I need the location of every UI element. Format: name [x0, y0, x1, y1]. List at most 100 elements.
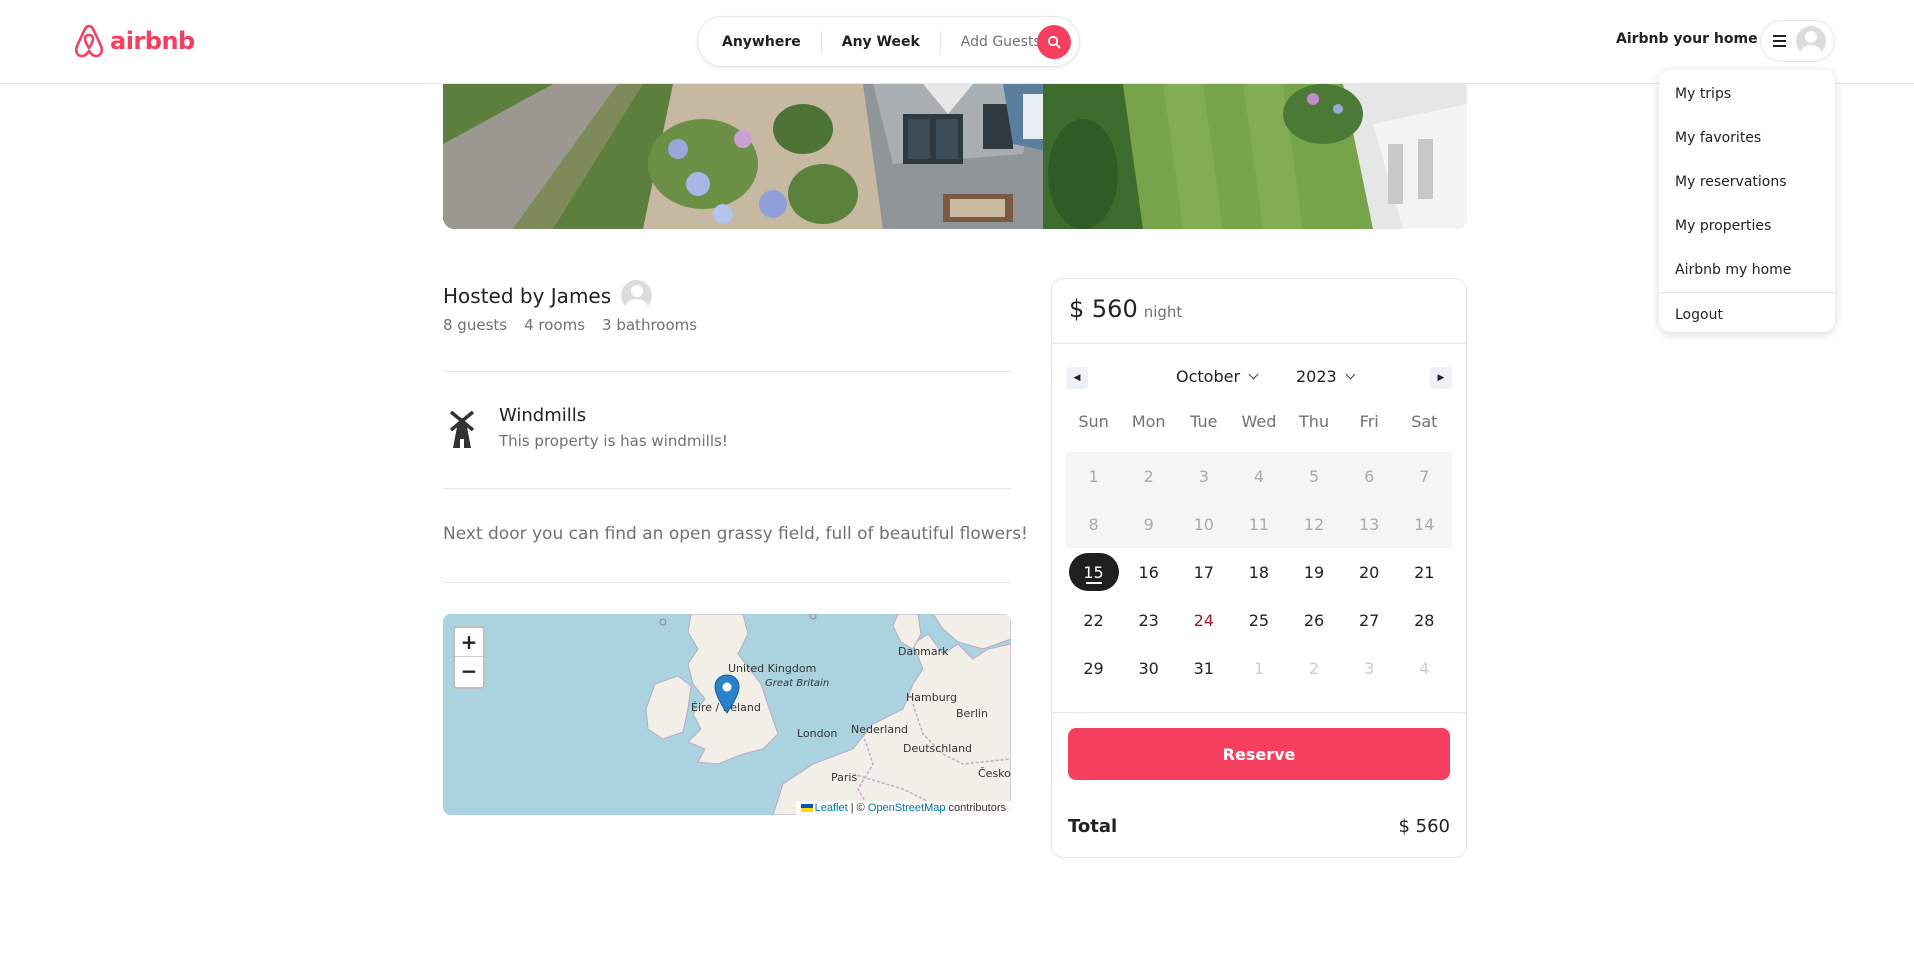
price-unit: night: [1143, 303, 1183, 321]
calendar-day[interactable]: 21: [1397, 548, 1452, 596]
weekday-label: Wed: [1241, 412, 1277, 431]
map-label-paris: Paris: [831, 771, 858, 784]
calendar-weekdays: Sun Mon Tue Wed Thu Fri Sat: [1066, 412, 1452, 442]
calendar-day[interactable]: 17: [1176, 548, 1231, 596]
map-marker-icon[interactable]: [714, 674, 740, 714]
calendar-week: 22 23 24 25 26 27 28: [1066, 596, 1452, 644]
menu-item-airbnb-my-home[interactable]: Airbnb my home: [1659, 248, 1835, 292]
booking-card: $ 560 night ◀ October 2023 ▶ Sun Mon Tue…: [1051, 278, 1467, 858]
weekday-label: Tue: [1190, 412, 1218, 431]
calendar-day-disabled: 11: [1231, 500, 1287, 548]
calendar-week: 15 16 17 18 19 20 21: [1066, 548, 1452, 596]
calendar-day-disabled: 5: [1286, 452, 1342, 500]
total-label: Total: [1068, 816, 1118, 837]
user-menu-button[interactable]: [1760, 20, 1835, 62]
top-navbar: airbnb Anywhere Any Week Add Guests Airb…: [0, 0, 1914, 84]
search-icon: [1047, 35, 1061, 49]
calendar-day-disabled: 12: [1286, 500, 1342, 548]
calendar-day[interactable]: 19: [1287, 548, 1342, 596]
calendar-grid: Sun Mon Tue Wed Thu Fri Sat 1 2 3 4 5 6 …: [1066, 412, 1452, 692]
calendar-day-disabled: 8: [1066, 500, 1122, 548]
calendar-day-other-month: 4: [1419, 658, 1430, 678]
total-row: Total $ 560: [1068, 816, 1450, 837]
ukraine-flag-icon: [800, 804, 813, 813]
calendar-day-disabled: 6: [1341, 452, 1397, 500]
calendar-day[interactable]: 29: [1066, 644, 1121, 692]
feature-description: This property is has windmills!: [499, 432, 728, 450]
calendar-day[interactable]: 25: [1231, 596, 1286, 644]
search-divider: [820, 30, 822, 53]
calendar-day[interactable]: 18: [1231, 548, 1286, 596]
menu-item-my-reservations[interactable]: My reservations: [1659, 160, 1835, 204]
feature-title: Windmills: [499, 405, 587, 426]
calendar-day[interactable]: 23: [1121, 596, 1176, 644]
calendar-day[interactable]: 20: [1342, 548, 1397, 596]
calendar-year-select[interactable]: 2023: [1296, 367, 1356, 386]
caret-left-icon: ◀: [1073, 373, 1081, 383]
host-title: Hosted by James: [443, 280, 653, 311]
map-label-gb: Great Britain: [765, 678, 830, 689]
calendar-day[interactable]: 28: [1397, 596, 1452, 644]
calendar-day[interactable]: 31: [1176, 644, 1231, 692]
calendar-day-other-month: 1: [1253, 658, 1265, 678]
weekday-label: Mon: [1131, 412, 1166, 431]
calendar-next-button[interactable]: ▶: [1430, 367, 1452, 389]
calendar-day-disabled: 14: [1396, 500, 1452, 548]
search-bar[interactable]: Anywhere Any Week Add Guests: [697, 16, 1080, 67]
weekday-label: Fri: [1359, 412, 1379, 431]
search-week[interactable]: Any Week: [842, 34, 920, 50]
reserve-button[interactable]: Reserve: [1068, 728, 1450, 780]
chevron-down-icon: [1345, 369, 1356, 380]
map-label-uk: United Kingdom: [728, 662, 817, 675]
windmill-icon: [443, 405, 481, 451]
weekday-label: Sat: [1411, 412, 1438, 431]
search-location[interactable]: Anywhere: [722, 34, 801, 50]
calendar-day-disabled: 9: [1121, 500, 1177, 548]
location-map[interactable]: + − United Kingdom Great Britain Éire / …: [443, 614, 1011, 815]
calendar-day-selected[interactable]: 15: [1066, 548, 1121, 596]
stat-rooms: 4 rooms: [524, 316, 586, 334]
card-divider: [1052, 343, 1466, 344]
map-label-hamburg: Hamburg: [906, 691, 957, 704]
price-per-night: $ 560 night: [1069, 295, 1182, 323]
calendar-day[interactable]: 16: [1121, 548, 1176, 596]
host-name: Hosted by James: [443, 283, 612, 308]
menu-item-logout[interactable]: Logout: [1659, 293, 1835, 337]
airbnb-logo[interactable]: airbnb: [74, 24, 195, 58]
card-divider: [1052, 712, 1466, 713]
calendar-day[interactable]: 22: [1066, 596, 1121, 644]
openstreetmap-link[interactable]: OpenStreetMap: [868, 802, 946, 814]
zoom-in-button[interactable]: +: [455, 628, 483, 657]
host-avatar: [621, 280, 653, 311]
map-label-berlin: Berlin: [956, 707, 988, 720]
total-value: $ 560: [1398, 816, 1450, 837]
calendar-prev-button[interactable]: ◀: [1066, 367, 1088, 389]
calendar-day[interactable]: 27: [1342, 596, 1397, 644]
search-guests[interactable]: Add Guests: [961, 34, 1041, 50]
calendar-day-disabled: 1: [1066, 452, 1122, 500]
calendar-day[interactable]: 26: [1287, 596, 1342, 644]
stat-bathrooms: 3 bathrooms: [602, 316, 698, 334]
calendar-day-disabled: 3: [1176, 452, 1232, 500]
airbnb-your-home-link[interactable]: Airbnb your home: [1616, 31, 1758, 47]
zoom-out-button[interactable]: −: [455, 657, 483, 686]
section-divider: [443, 488, 1011, 489]
airbnb-logo-icon: [74, 24, 104, 58]
search-button[interactable]: [1037, 25, 1071, 59]
stat-guests: 8 guests: [443, 316, 508, 334]
leaflet-link[interactable]: Leaflet: [815, 802, 848, 814]
user-menu-dropdown: My trips My favorites My reservations My…: [1659, 70, 1835, 332]
calendar-week: 8 9 10 11 12 13 14: [1066, 500, 1452, 548]
menu-item-my-properties[interactable]: My properties: [1659, 204, 1835, 248]
calendar-day-other-month: 2: [1308, 658, 1320, 678]
menu-item-my-trips[interactable]: My trips: [1659, 72, 1835, 116]
calendar-month-select[interactable]: October: [1176, 367, 1259, 386]
calendar-day[interactable]: 30: [1121, 644, 1176, 692]
section-divider: [443, 582, 1011, 583]
calendar-month: October: [1176, 367, 1241, 386]
calendar-day-highlighted[interactable]: 24: [1176, 596, 1231, 644]
attribution-contributors: contributors: [945, 802, 1006, 814]
menu-item-my-favorites[interactable]: My favorites: [1659, 116, 1835, 160]
map-zoom-control: + −: [453, 626, 485, 689]
map-label-cesko: Česko: [978, 767, 1011, 780]
